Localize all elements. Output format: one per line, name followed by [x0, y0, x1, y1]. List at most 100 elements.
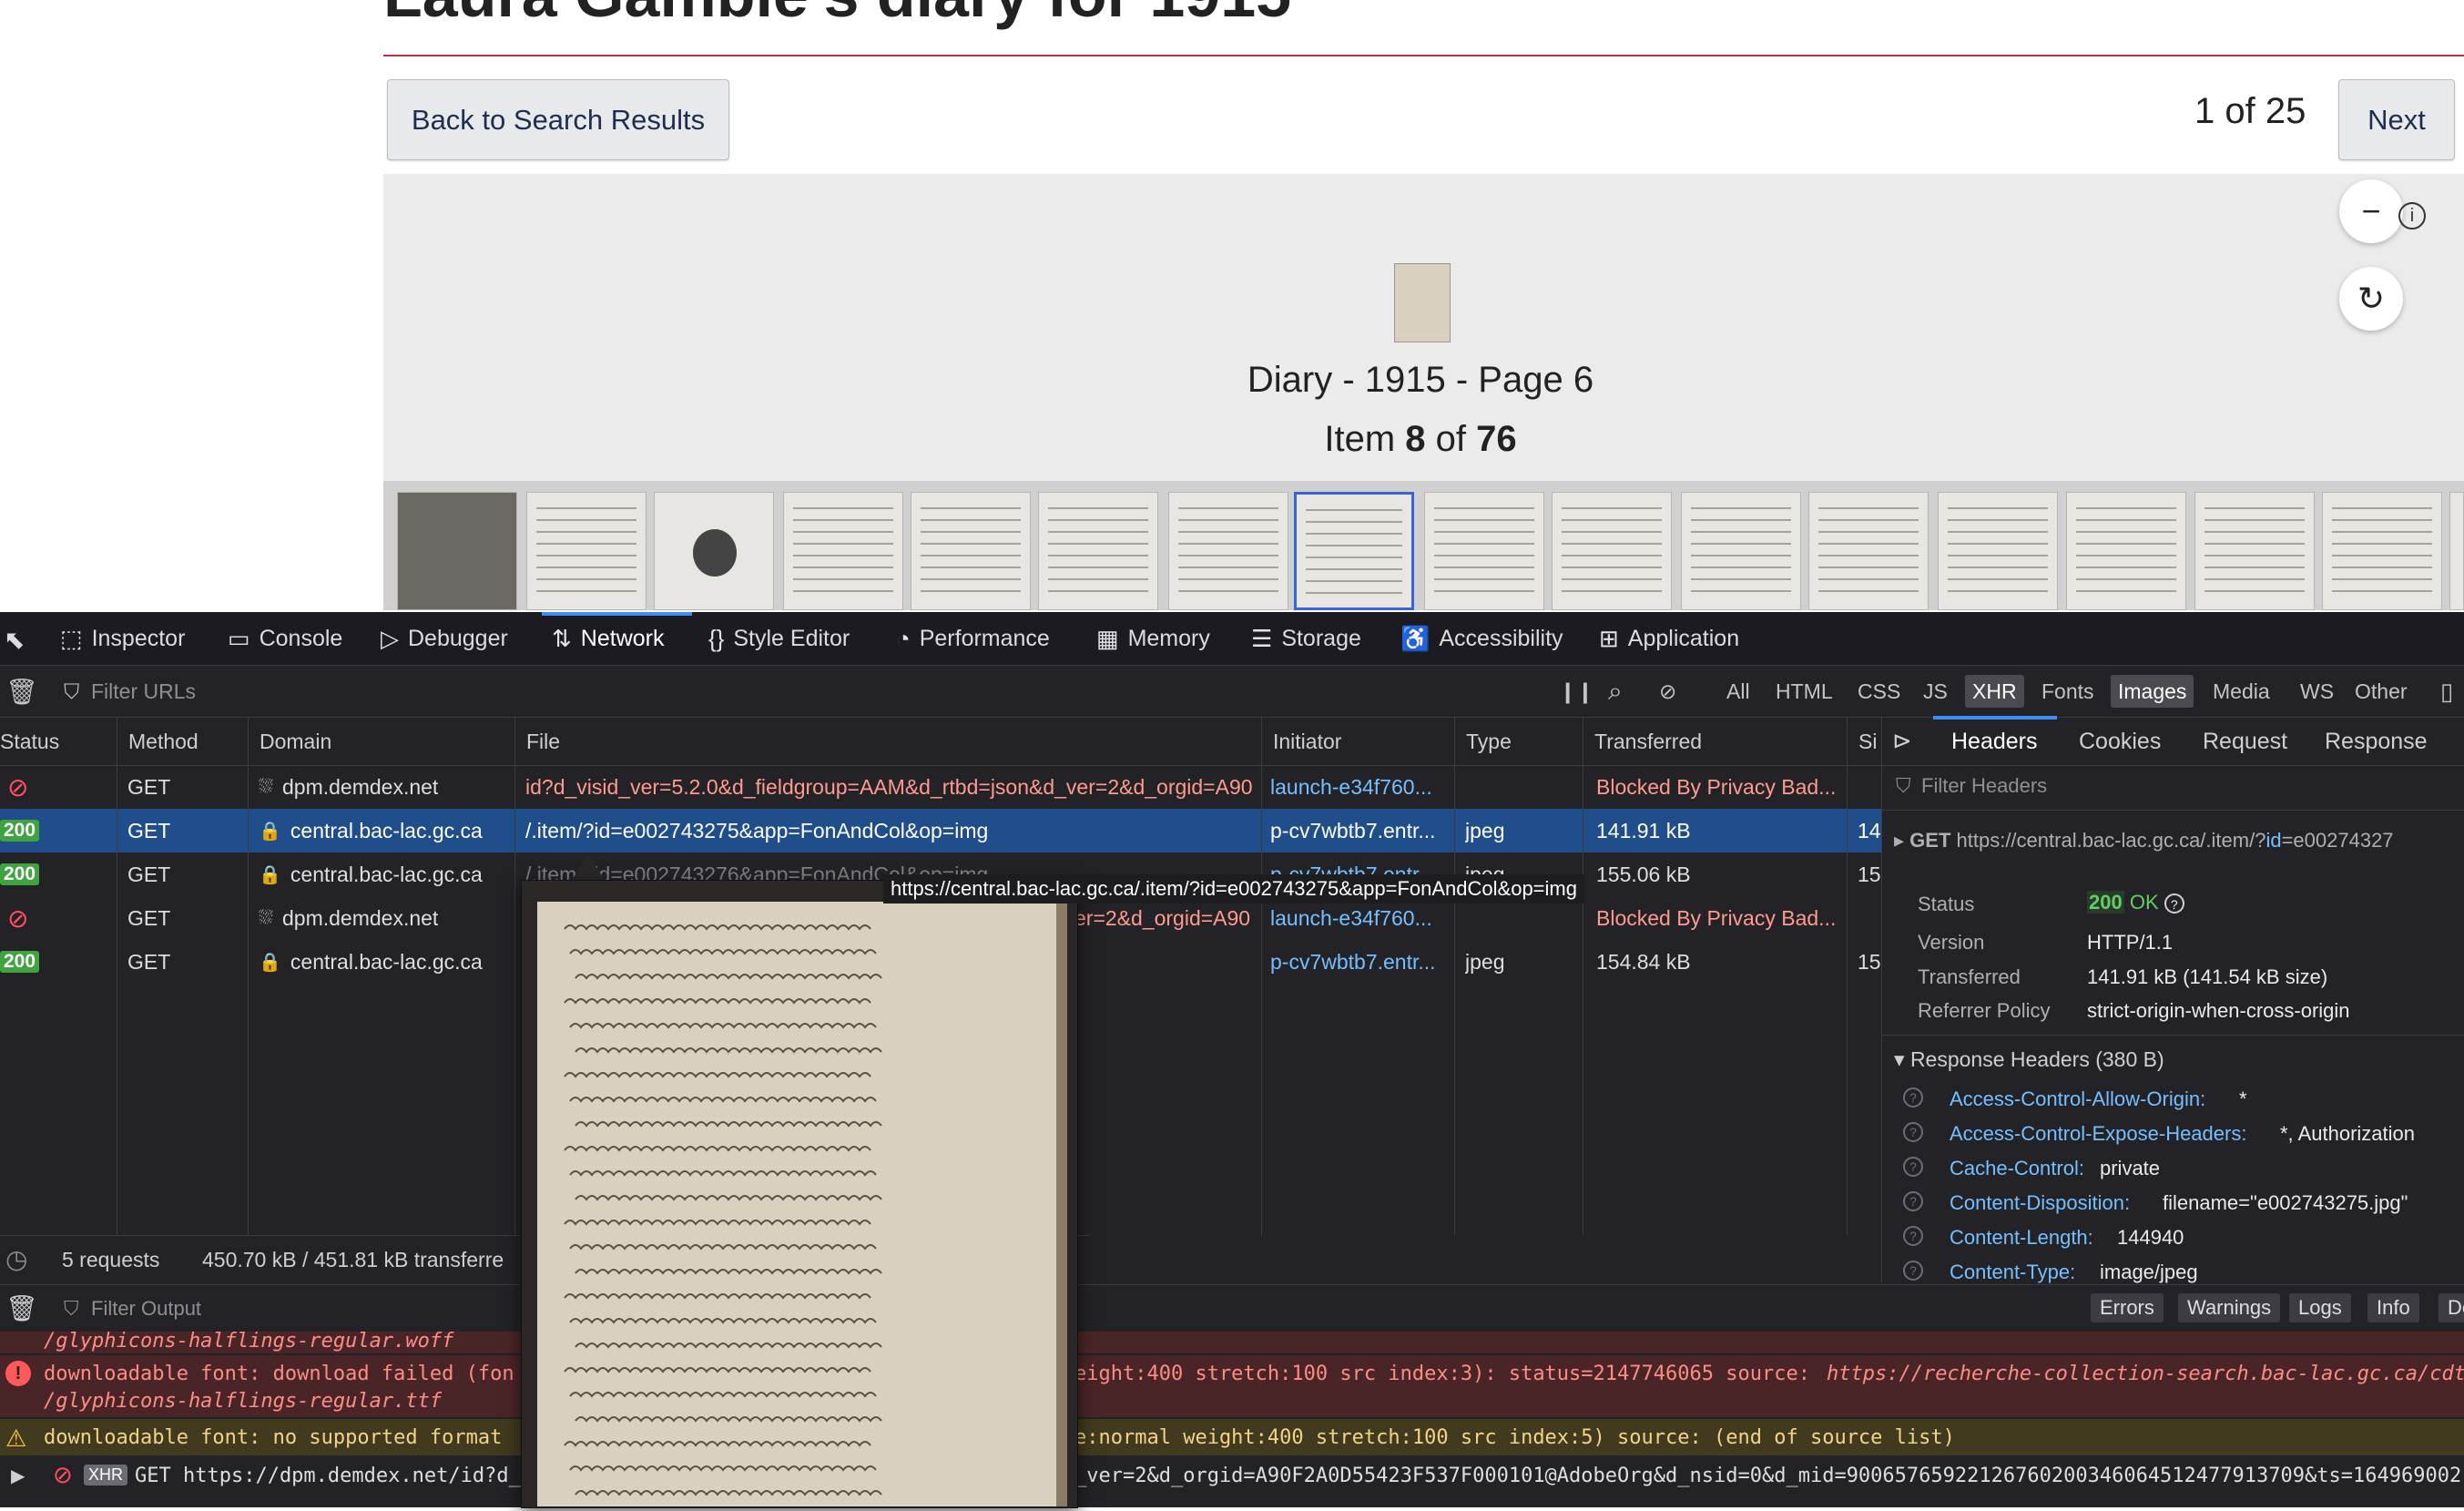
filter-all[interactable]: All: [1726, 666, 1750, 717]
request-initiator[interactable]: p-cv7wbtb7.entr...: [1270, 809, 1452, 852]
column-size[interactable]: Si: [1847, 718, 1881, 765]
table-row-selected[interactable]: 200 GET 🔒 central.bac-lac.gc.ca /.item/?i…: [0, 809, 1881, 852]
block-icon[interactable]: ⊘: [1659, 666, 1676, 717]
search-icon[interactable]: ⌕: [1608, 666, 1623, 717]
help-icon[interactable]: ?: [2164, 893, 2184, 914]
thumbnail[interactable]: [2066, 492, 2186, 610]
console-source-link[interactable]: /glyphicons-halflings-regular.ttf: [44, 1390, 442, 1413]
text-line: [1818, 567, 1919, 568]
filter-output-input[interactable]: Filter Output: [91, 1297, 201, 1321]
column-status[interactable]: Status: [0, 718, 117, 765]
filter-js[interactable]: JS: [1923, 666, 1948, 717]
filter-xhr[interactable]: XHR: [1965, 675, 2024, 708]
tab-accessibility[interactable]: ♿ Accessibility: [1400, 612, 1563, 665]
thumbnail[interactable]: [2194, 492, 2315, 610]
general-value: strict-origin-when-cross-origin: [2087, 999, 2350, 1022]
filter-css[interactable]: CSS: [1858, 666, 1900, 717]
thumbnail[interactable]: [911, 492, 1031, 610]
expand-arrow-icon[interactable]: ▶: [11, 1465, 25, 1487]
help-icon[interactable]: ?: [1903, 1087, 1923, 1108]
tab-style-editor[interactable]: {} Style Editor: [708, 612, 850, 665]
clear-requests-icon[interactable]: 🗑: [5, 666, 38, 717]
tab-response[interactable]: Response: [2325, 718, 2428, 765]
tab-debugger[interactable]: ▷ Debugger: [381, 612, 508, 665]
tab-application[interactable]: ⊞ Application: [1599, 612, 1739, 665]
request-domain: dpm.demdex.net: [282, 774, 439, 799]
thumbnail[interactable]: [1038, 492, 1158, 610]
help-icon[interactable]: ?: [1903, 1226, 1923, 1246]
tab-headers[interactable]: Headers: [1951, 718, 2038, 765]
filter-icon: ⛉: [1896, 774, 1911, 797]
column-initiator[interactable]: Initiator: [1261, 718, 1454, 765]
filter-urls-input[interactable]: Filter URLs: [91, 666, 196, 717]
header-key: Cache-Control:: [1950, 1157, 2084, 1179]
response-headers-toggle[interactable]: ▾ Response Headers (380 B): [1894, 1047, 2164, 1072]
clear-console-icon[interactable]: 🗑: [5, 1293, 38, 1323]
tab-console[interactable]: ▭ Console: [228, 612, 342, 665]
text-line: [1948, 519, 2048, 521]
console-filter-debug[interactable]: Deb: [2439, 1293, 2464, 1322]
help-icon[interactable]: ?: [1903, 1191, 1923, 1211]
toggle-sidebar-icon[interactable]: ▯: [2440, 666, 2453, 717]
filter-headers-input[interactable]: Filter Headers: [1921, 774, 2047, 798]
console-filter-warnings[interactable]: Warnings: [2178, 1293, 2281, 1322]
thumbnail[interactable]: [1808, 492, 1929, 610]
current-item-thumbnail[interactable]: [1394, 263, 1451, 342]
console-filter-logs[interactable]: Logs: [2289, 1293, 2351, 1322]
element-picker-icon[interactable]: ⬉: [4, 625, 25, 655]
filter-ws[interactable]: WS: [2300, 666, 2334, 717]
column-type[interactable]: Type: [1454, 718, 1583, 765]
pause-icon[interactable]: ❙❙: [1559, 666, 1594, 717]
filter-html[interactable]: HTML: [1776, 666, 1833, 717]
tab-cookies[interactable]: Cookies: [2079, 718, 2161, 765]
console-request-url[interactable]: _ver=2&d_orgid=A90F2A0D55423F537F000101@…: [1074, 1465, 2461, 1487]
help-icon[interactable]: ?: [1903, 1157, 1923, 1177]
tab-request[interactable]: Request: [2203, 718, 2287, 765]
console-filter-info[interactable]: Info: [2367, 1293, 2419, 1322]
toggle-panel-icon[interactable]: ⊳: [1892, 727, 1912, 755]
request-initiator[interactable]: p-cv7wbtb7.entr...: [1270, 940, 1452, 984]
thumbnail[interactable]: [526, 492, 647, 610]
tab-performance[interactable]: ◔ Performance: [896, 612, 1050, 665]
tab-storage[interactable]: ☰ Storage: [1251, 612, 1361, 665]
tab-inspector[interactable]: ⬚ Inspector: [60, 612, 185, 665]
thumbnail[interactable]: [654, 492, 774, 610]
console-request-url[interactable]: GET https://dpm.demdex.net/id?d_: [135, 1465, 521, 1487]
console-source-link[interactable]: https://recherche-collection-search.bac-…: [1827, 1363, 2464, 1385]
request-line[interactable]: ▸ GET https://central.bac-lac.gc.ca/.ite…: [1894, 829, 2394, 852]
thumbnail[interactable]: [2449, 492, 2464, 610]
console-message: downloadable font: download failed (fon: [44, 1363, 514, 1385]
rotate-button[interactable]: ↻: [2339, 267, 2403, 331]
memory-icon: ▦: [1096, 624, 1119, 652]
thumbnail[interactable]: [783, 492, 903, 610]
tab-network[interactable]: ⇅ Network: [552, 612, 664, 665]
text-line: [1178, 519, 1278, 521]
column-domain[interactable]: Domain: [248, 718, 514, 765]
thumbnail[interactable]: [2322, 492, 2442, 610]
column-file[interactable]: File: [514, 718, 1261, 765]
thumbnail[interactable]: [1681, 492, 1801, 610]
filter-media[interactable]: Media: [2213, 666, 2270, 717]
console-filter-errors[interactable]: Errors: [2091, 1293, 2164, 1322]
thumbnail[interactable]: [1552, 492, 1672, 610]
thumbnail[interactable]: [1168, 492, 1288, 610]
table-row[interactable]: ⊘ GET ⛆ dpm.demdex.net id?d_visid_ver=5.2…: [0, 765, 1881, 809]
help-icon[interactable]: ?: [1903, 1261, 1923, 1281]
next-button[interactable]: Next: [2338, 79, 2455, 160]
text-line: [1434, 519, 1534, 521]
thumbnail[interactable]: [1424, 492, 1544, 610]
filter-fonts[interactable]: Fonts: [2041, 666, 2094, 717]
info-icon[interactable]: i: [2398, 202, 2426, 230]
request-initiator[interactable]: launch-e34f760...: [1270, 765, 1452, 809]
filter-other[interactable]: Other: [2355, 666, 2408, 717]
help-icon[interactable]: ?: [1903, 1122, 1923, 1142]
tab-memory[interactable]: ▦ Memory: [1096, 612, 1210, 665]
thumbnail-selected[interactable]: [1294, 492, 1414, 610]
column-method[interactable]: Method: [117, 718, 248, 765]
filter-images[interactable]: Images: [2111, 675, 2194, 708]
thumbnail[interactable]: [397, 492, 517, 610]
thumbnail[interactable]: [1938, 492, 2058, 610]
back-to-search-results-button[interactable]: Back to Search Results: [387, 79, 729, 160]
column-transferred[interactable]: Transferred: [1583, 718, 1847, 765]
zoom-out-button[interactable]: −: [2339, 179, 2403, 243]
